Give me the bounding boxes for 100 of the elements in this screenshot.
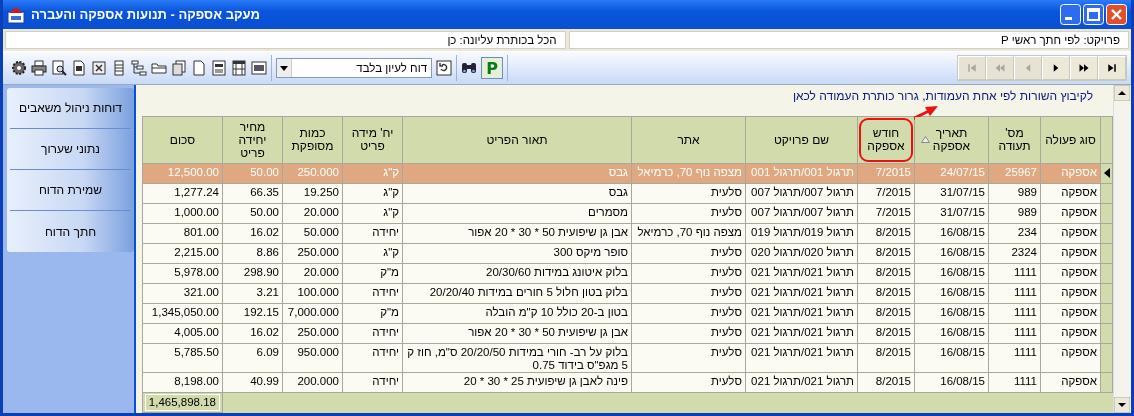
binoculars-icon[interactable]	[461, 60, 477, 76]
minimize-button[interactable]	[1060, 4, 1081, 25]
report-mode-dropdown[interactable]: דוח לעיון בלבד	[276, 58, 432, 78]
app-icon	[7, 5, 25, 24]
form-icon[interactable]	[211, 60, 227, 76]
group-hint: לקיבוץ השורות לפי אחת העמודות, גרור כותרת העמודה לכאן	[792, 89, 1093, 103]
table-cell: 12,500.00	[142, 163, 223, 184]
skip-end-icon	[1106, 62, 1118, 74]
tree-icon[interactable]	[131, 60, 147, 76]
table-cell: גבס	[402, 163, 632, 184]
printer-icon[interactable]	[31, 60, 47, 76]
table-cell: סופר מיקס 300	[402, 243, 632, 264]
table-cell: יחידה	[342, 372, 403, 393]
table-cell: בטון ב-20 כולל 10 ק"מ הובלה	[402, 303, 632, 324]
table-cell: 250.000	[282, 323, 343, 344]
table-cell: אספקה	[1040, 203, 1101, 224]
sidebar-item[interactable]: חתך הדוח	[10, 211, 131, 252]
double-left-icon	[994, 62, 1006, 74]
table-cell: בלוק בטון חלול 5 חורים במידות 20/20/40	[402, 283, 632, 304]
table-cell: 1111	[988, 323, 1041, 344]
table-cell: אבן גן שיפועית 50 * 30 * 20 אפור	[402, 223, 632, 244]
table-cell: אספקה	[1040, 372, 1101, 393]
table-cell: סלעית	[631, 303, 746, 324]
table-cell: 8/2015	[857, 323, 915, 344]
column-header[interactable]: תאריך אספקה	[914, 116, 989, 164]
table-cell: גבס	[402, 183, 632, 204]
p-button[interactable]: P	[481, 57, 503, 79]
table-cell: 989	[988, 183, 1041, 204]
table-cell: 40.99	[222, 372, 283, 393]
page-icon[interactable]	[191, 60, 207, 76]
table-cell: 16/08/15	[914, 323, 989, 344]
column-header[interactable]: סוג פעולה	[1040, 116, 1101, 164]
copy-icon[interactable]	[171, 60, 187, 76]
table-cell: 16/08/15	[914, 283, 989, 304]
column-header[interactable]: סכום	[142, 116, 223, 164]
column-header[interactable]: אתר	[631, 116, 746, 164]
column-header[interactable]: חודש אספקה	[857, 116, 915, 164]
table-cell: סלעית	[631, 263, 746, 284]
info-field: הכל בכותרת עליונה: כן	[5, 31, 566, 49]
table-cell: 100.000	[282, 283, 343, 304]
sidebar-item[interactable]: דוחות ניהול משאבים	[10, 88, 131, 129]
table-cell: 6.09	[222, 343, 283, 373]
table-cell: 8/2015	[857, 263, 915, 284]
table-cell: מ"ק	[342, 303, 403, 324]
table-cell: 8,198.00	[142, 372, 223, 393]
table-cell: אספקה	[1040, 283, 1101, 304]
gear-icon[interactable]	[11, 60, 27, 76]
table-cell: אספקה	[1040, 163, 1101, 184]
table-cell: בלוק על רב- חורי במידות 20/20/50 ס"מ, חוז ק 5 מגפ"ס בידוד 0.75	[402, 343, 632, 373]
sidebar-item[interactable]: שמירת הדוח	[10, 170, 131, 211]
refresh-icon[interactable]	[436, 60, 452, 76]
last-button[interactable]	[1098, 56, 1126, 80]
table-cell: 4,005.00	[142, 323, 223, 344]
next-page-button[interactable]	[1070, 56, 1098, 80]
folder-icon[interactable]	[151, 60, 167, 76]
table-cell: 50.00	[222, 163, 283, 184]
table-cell: 8/2015	[857, 283, 915, 304]
table-cell: 8/2015	[857, 243, 915, 264]
table-cell: 66.35	[222, 183, 283, 204]
table-cell: 1111	[988, 263, 1041, 284]
image-icon[interactable]	[251, 60, 267, 76]
close-button[interactable]	[1106, 4, 1127, 25]
table-cell: תרגול 021/תרגול 021	[745, 303, 858, 324]
table-cell: אספקה	[1040, 303, 1101, 324]
table-cell: 16/08/15	[914, 343, 989, 373]
column-header[interactable]: מס' תעודה	[988, 116, 1041, 164]
table-cell: 200.000	[282, 372, 343, 393]
maximize-button[interactable]	[1083, 4, 1104, 25]
table-icon[interactable]	[231, 60, 247, 76]
table-cell: מ"ק	[342, 263, 403, 284]
table-cell: 16.02	[222, 223, 283, 244]
column-header[interactable]: תאור הפריט	[402, 116, 632, 164]
scroll-down-icon[interactable]	[1114, 397, 1130, 413]
table-cell: 7/2015	[857, 203, 915, 224]
dropdown-arrow-icon	[280, 65, 288, 71]
table-cell: סלעית	[631, 243, 746, 264]
table-cell: 950.000	[282, 343, 343, 373]
next-button[interactable]	[1042, 56, 1070, 80]
rows-icon[interactable]	[111, 60, 127, 76]
table-cell: 20.000	[282, 263, 343, 284]
preview-icon[interactable]	[51, 60, 67, 76]
double-right-icon	[1078, 62, 1090, 74]
sidebar-item[interactable]: נתוני שערוך	[10, 129, 131, 170]
column-header[interactable]: שם פרויקט	[745, 116, 858, 164]
table-cell: אספקה	[1040, 183, 1101, 204]
table-cell: ק"ג	[342, 243, 403, 264]
info-field: פרויקט: לפי חתך ראשי P	[568, 31, 1129, 49]
scroll-up-icon[interactable]	[1114, 85, 1130, 101]
table-cell: 7/2015	[857, 163, 915, 184]
vertical-scrollbar[interactable]	[1113, 85, 1131, 413]
column-header[interactable]: מחיר יחידה פריט	[222, 116, 283, 164]
table-cell: מסמרים	[402, 203, 632, 224]
document-icon[interactable]	[71, 60, 87, 76]
table-cell: 50.000	[282, 223, 343, 244]
table-cell: 801.00	[142, 223, 223, 244]
spreadsheet-icon[interactable]	[91, 60, 107, 76]
column-header[interactable]: יח' מידה פריט	[342, 116, 403, 164]
table-cell: 1,277.24	[142, 183, 223, 204]
table-cell: 16.02	[222, 323, 283, 344]
column-header[interactable]: כמות מסופקת	[282, 116, 343, 164]
